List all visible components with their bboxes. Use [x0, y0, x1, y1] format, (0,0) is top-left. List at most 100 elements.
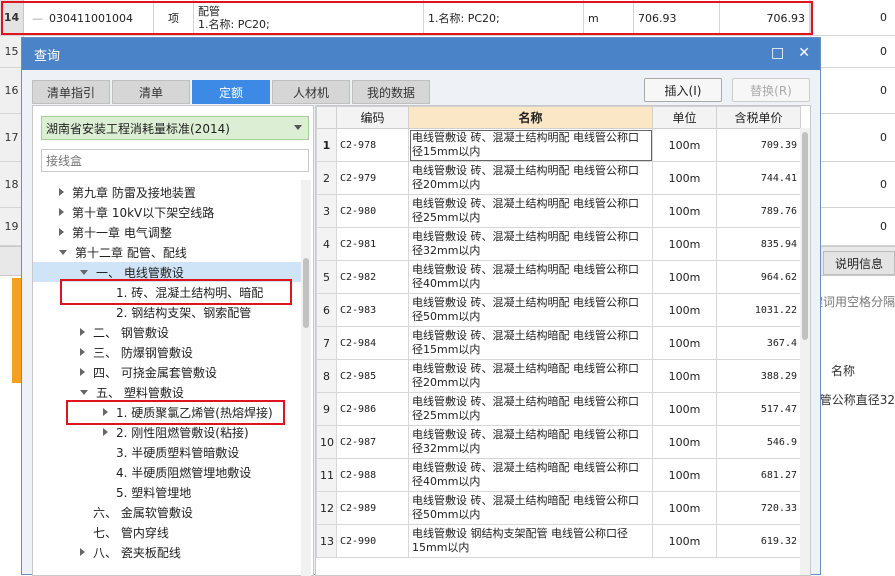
row-num[interactable]: 9 [316, 392, 337, 426]
row-unit[interactable]: 100m [652, 260, 717, 294]
row-price[interactable]: 517.47 [716, 392, 801, 426]
row-name[interactable]: 电线管敷设 砖、混凝土结构明配 电线管公称口径15mm以内 [408, 128, 653, 162]
row-name[interactable]: 电线管敷设 砖、混凝土结构暗配 电线管公称口径40mm以内 [408, 458, 653, 492]
tree-node[interactable]: 4. 半硬质阻燃管埋地敷设 [103, 462, 251, 482]
tree-node[interactable]: 1. 硬质聚氯乙烯管(热熔焊接) [103, 402, 273, 422]
row-price[interactable]: 546.9 [716, 425, 801, 459]
row-total[interactable]: 706.93 [720, 0, 810, 36]
row-name[interactable]: 电线管敷设 砖、混凝土结构明配 电线管公称口径32mm以内 [408, 227, 653, 261]
scroll-thumb[interactable] [802, 132, 808, 340]
tree-node[interactable]: 1. 砖、混凝土结构明、暗配 [103, 282, 263, 302]
chevron-down-icon[interactable] [80, 269, 88, 275]
row-num[interactable]: 10 [316, 425, 337, 459]
row-num[interactable]: 2 [316, 161, 337, 195]
table-row[interactable]: 14 — 030411001004 项 配管 1.名称: PC20; 1.名称:… [0, 0, 895, 36]
table-row[interactable]: 1 C2-978 电线管敷设 砖、混凝土结构明配 电线管公称口径15mm以内 100m… [316, 128, 801, 162]
row-unit[interactable]: 100m [652, 194, 717, 228]
tree-node[interactable]: 第十一章 电气调整 [59, 222, 172, 242]
list-scrollbar[interactable] [800, 128, 810, 575]
tree-node[interactable]: 第九章 防雷及接地装置 [59, 182, 196, 202]
row-code[interactable]: C2-982 [336, 260, 409, 294]
row-qty[interactable]: 706.93 [634, 0, 720, 36]
tree-node[interactable]: 八、 瓷夹板配线 [80, 542, 181, 562]
row-name[interactable]: 电线管敷设 钢结构支架配管 电线管公称口径15mm以内 [408, 524, 653, 558]
table-row[interactable]: 8 C2-985 电线管敷设 砖、混凝土结构暗配 电线管公称口径20mm以内 100m… [316, 359, 801, 393]
row-name[interactable]: 电线管敷设 砖、混凝土结构暗配 电线管公称口径20mm以内 [408, 359, 653, 393]
row-price[interactable]: 789.76 [716, 194, 801, 228]
table-row[interactable]: 12 C2-989 电线管敷设 砖、混凝土结构暗配 电线管公称口径50mm以内 100… [316, 491, 801, 525]
row-name[interactable]: 电线管敷设 砖、混凝土结构暗配 电线管公称口径25mm以内 [408, 392, 653, 426]
row-code[interactable]: — 030411001004 [24, 0, 154, 36]
tab-bill[interactable]: 清单 [112, 80, 190, 104]
row-unit[interactable]: 100m [652, 392, 717, 426]
row-unit[interactable]: 100m [652, 491, 717, 525]
row-unit[interactable]: 100m [652, 359, 717, 393]
tree-node[interactable]: 5. 塑料管埋地 [103, 482, 191, 502]
chevron-right-icon[interactable] [80, 368, 85, 376]
row-num[interactable]: 11 [316, 458, 337, 492]
chevron-right-icon[interactable] [80, 328, 85, 336]
table-row[interactable]: 13 C2-990 电线管敷设 钢结构支架配管 电线管公称口径15mm以内 100m 6… [316, 524, 801, 558]
row-price[interactable]: 388.29 [716, 359, 801, 393]
row-unit-type[interactable]: 项 [154, 0, 194, 36]
table-row[interactable]: 7 C2-984 电线管敷设 砖、混凝土结构暗配 电线管公称口径15mm以内 100m… [316, 326, 801, 360]
row-feature[interactable]: 1.名称: PC20; [424, 0, 584, 36]
row-price[interactable]: 709.39 [716, 128, 801, 162]
header-unit[interactable]: 单位 [652, 106, 717, 129]
row-code[interactable]: C2-980 [336, 194, 409, 228]
table-row[interactable]: 2 C2-979 电线管敷设 砖、混凝土结构明配 电线管公称口径20mm以内 100m… [316, 161, 801, 195]
row-price[interactable]: 835.94 [716, 227, 801, 261]
row-price[interactable]: 964.62 [716, 260, 801, 294]
table-row[interactable]: 6 C2-983 电线管敷设 砖、混凝土结构明配 电线管公称口径50mm以内 100m… [316, 293, 801, 327]
header-code[interactable]: 编码 [336, 106, 409, 129]
maximize-icon[interactable]: □ [771, 45, 784, 61]
row-price[interactable]: 681.27 [716, 458, 801, 492]
row-code[interactable]: C2-981 [336, 227, 409, 261]
dialog-title-bar[interactable]: 查询 □ ✕ [22, 38, 820, 70]
chevron-right-icon[interactable] [103, 428, 108, 436]
tree-scrollbar[interactable] [301, 180, 311, 576]
chevron-right-icon[interactable] [59, 208, 64, 216]
header-name[interactable]: 名称 [408, 106, 653, 129]
replace-button[interactable]: 替换(R) [732, 78, 810, 102]
tree-node[interactable]: 第十二章 配管、配线 [59, 242, 187, 262]
table-row[interactable]: 4 C2-981 电线管敷设 砖、混凝土结构明配 电线管公称口径32mm以内 100m… [316, 227, 801, 261]
row-unit[interactable]: 100m [652, 326, 717, 360]
scroll-thumb[interactable] [303, 258, 309, 328]
chevron-right-icon[interactable] [80, 548, 85, 556]
chevron-down-icon[interactable] [59, 249, 67, 255]
tree-node[interactable]: 六、 金属软管敷设 [80, 502, 193, 522]
insert-button[interactable]: 插入(I) [644, 78, 722, 102]
row-unit[interactable]: 100m [652, 161, 717, 195]
library-select[interactable]: 湖南省安装工程消耗量标准(2014) [41, 116, 309, 140]
tab-materials[interactable]: 人材机 [272, 80, 350, 104]
row-name[interactable]: 电线管敷设 砖、混凝土结构明配 电线管公称口径20mm以内 [408, 161, 653, 195]
chevron-right-icon[interactable] [80, 348, 85, 356]
row-name[interactable]: 配管 1.名称: PC20; [194, 0, 424, 36]
tree-node[interactable]: 一、 电线管敷设 [33, 262, 301, 282]
tree-node[interactable]: 第十章 10kV以下架空线路 [59, 202, 214, 222]
row-name[interactable]: 电线管敷设 砖、混凝土结构暗配 电线管公称口径32mm以内 [408, 425, 653, 459]
row-price[interactable]: 367.4 [716, 326, 801, 360]
row-unit[interactable]: 100m [652, 524, 717, 558]
row-num[interactable]: 5 [316, 260, 337, 294]
table-row[interactable]: 11 C2-988 电线管敷设 砖、混凝土结构暗配 电线管公称口径40mm以内 100… [316, 458, 801, 492]
row-code[interactable]: C2-988 [336, 458, 409, 492]
chevron-right-icon[interactable] [59, 188, 64, 196]
table-row[interactable]: 10 C2-987 电线管敷设 砖、混凝土结构暗配 电线管公称口径32mm以内 100… [316, 425, 801, 459]
table-row[interactable]: 9 C2-986 电线管敷设 砖、混凝土结构暗配 电线管公称口径25mm以内 100m… [316, 392, 801, 426]
table-row[interactable]: 5 C2-982 电线管敷设 砖、混凝土结构明配 电线管公称口径40mm以内 100m… [316, 260, 801, 294]
row-name[interactable]: 电线管敷设 砖、混凝土结构明配 电线管公称口径50mm以内 [408, 293, 653, 327]
row-num[interactable]: 1 [316, 128, 337, 162]
row-price[interactable]: 619.32 [716, 524, 801, 558]
row-unit[interactable]: 100m [652, 227, 717, 261]
row-name[interactable]: 电线管敷设 砖、混凝土结构明配 电线管公称口径25mm以内 [408, 194, 653, 228]
row-name[interactable]: 电线管敷设 砖、混凝土结构明配 电线管公称口径40mm以内 [408, 260, 653, 294]
tab-quota[interactable]: 定额 [192, 80, 270, 104]
row-num[interactable]: 6 [316, 293, 337, 327]
tree-node[interactable]: 二、 钢管敷设 [80, 322, 169, 342]
row-code[interactable]: C2-979 [336, 161, 409, 195]
row-price[interactable]: 720.33 [716, 491, 801, 525]
tab-bill-guide[interactable]: 清单指引 [32, 80, 110, 104]
row-code[interactable]: C2-985 [336, 359, 409, 393]
